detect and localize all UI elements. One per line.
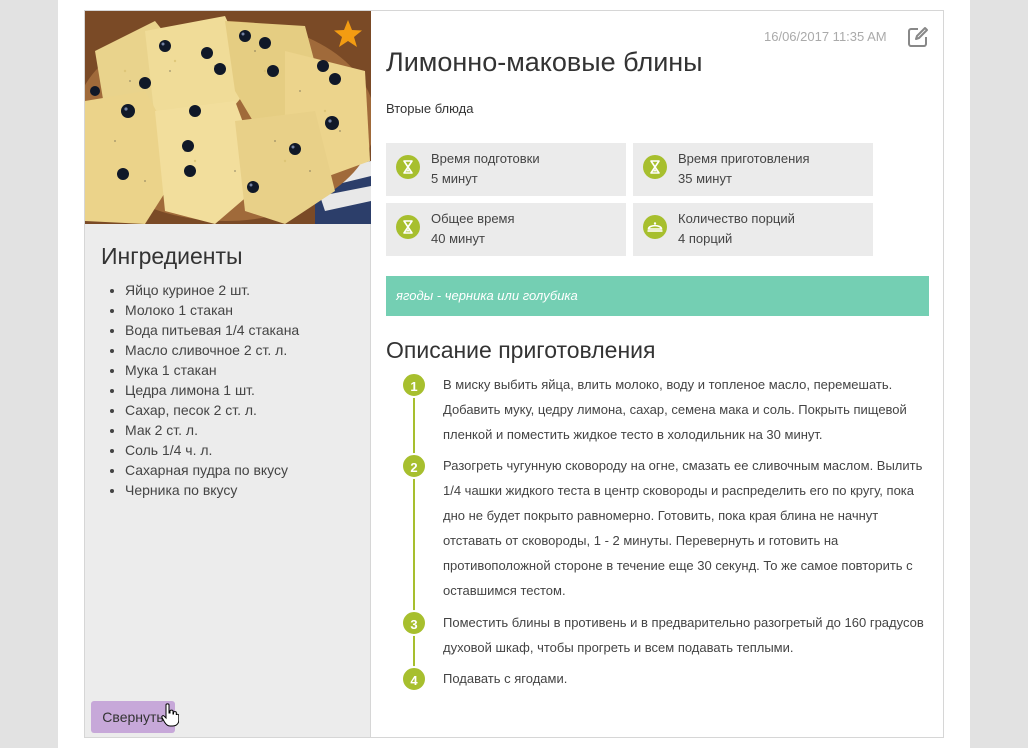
ingredient-item: Сахарная пудра по вкусу: [125, 460, 365, 480]
ingredient-item: Соль 1/4 ч. л.: [125, 440, 365, 460]
ingredient-item: Черника по вкусу: [125, 480, 365, 500]
description-title: Описание приготовления: [386, 337, 656, 363]
pancakes-image: [85, 11, 371, 224]
cook-time-value: 35 минут: [678, 171, 732, 186]
edit-icon[interactable]: [907, 26, 929, 48]
hourglass-icon: [396, 155, 420, 179]
right-column: 16/06/2017 11:35 AM Лимонно-маковые блин…: [371, 11, 943, 737]
servings-box: Количество порций 4 порций: [633, 203, 873, 256]
total-time-label: Общее время: [431, 211, 515, 226]
recipe-title: Лимонно-маковые блины: [386, 47, 703, 77]
ingredient-item: Вода питьевая 1/4 стакана: [125, 320, 365, 340]
favorite-star-icon[interactable]: [333, 19, 363, 49]
serving-dish-icon: [643, 215, 667, 239]
ingredient-item: Яйцо куриное 2 шт.: [125, 280, 365, 300]
total-time-value: 40 минут: [431, 231, 485, 246]
cook-time-box: Время приготовления 35 минут: [633, 143, 873, 196]
step-number: 1: [401, 372, 427, 398]
servings-value: 4 порций: [678, 231, 733, 246]
cook-time-label: Время приготовления: [678, 151, 810, 166]
servings-label: Количество порций: [678, 211, 795, 226]
hourglass-icon: [396, 215, 420, 239]
step-number: 4: [401, 666, 427, 692]
ingredient-item: Мак 2 ст. л.: [125, 420, 365, 440]
step-number: 2: [401, 453, 427, 479]
step-number: 3: [401, 610, 427, 636]
step-text: В миску выбить яйца, влить молоко, воду …: [443, 377, 907, 442]
step-text: Разогреть чугунную сковороду на огне, см…: [443, 458, 923, 598]
step-text: Подавать с ягодами.: [443, 671, 568, 686]
ingredients-title: Ингредиенты: [101, 243, 243, 269]
recipe-card: Ингредиенты Яйцо куриное 2 шт.Молоко 1 с…: [84, 10, 944, 738]
ingredient-item: Масло сливочное 2 ст. л.: [125, 340, 365, 360]
prep-time-label: Время подготовки: [431, 151, 540, 166]
prep-time-box: Время подготовки 5 минут: [386, 143, 626, 196]
page: Ингредиенты Яйцо куриное 2 шт.Молоко 1 с…: [58, 0, 970, 748]
recipe-note: ягоды - черника или голубика: [386, 276, 929, 316]
hand-cursor-icon: [161, 703, 179, 727]
ingredient-item: Цедра лимона 1 шт.: [125, 380, 365, 400]
hourglass-icon: [643, 155, 667, 179]
recipe-photo: [85, 11, 371, 224]
total-time-box: Общее время 40 минут: [386, 203, 626, 256]
prep-time-value: 5 минут: [431, 171, 478, 186]
ingredient-item: Молоко 1 стакан: [125, 300, 365, 320]
left-column: Ингредиенты Яйцо куриное 2 шт.Молоко 1 с…: [85, 11, 371, 737]
ingredient-item: Сахар, песок 2 ст. л.: [125, 400, 365, 420]
step-text: Поместить блины в противень и в предвари…: [443, 615, 924, 655]
ingredient-item: Мука 1 стакан: [125, 360, 365, 380]
ingredients-list: Яйцо куриное 2 шт.Молоко 1 стаканВода пи…: [125, 280, 365, 500]
recipe-category: Вторые блюда: [386, 101, 474, 116]
recipe-date: 16/06/2017 11:35 AM: [764, 29, 887, 44]
